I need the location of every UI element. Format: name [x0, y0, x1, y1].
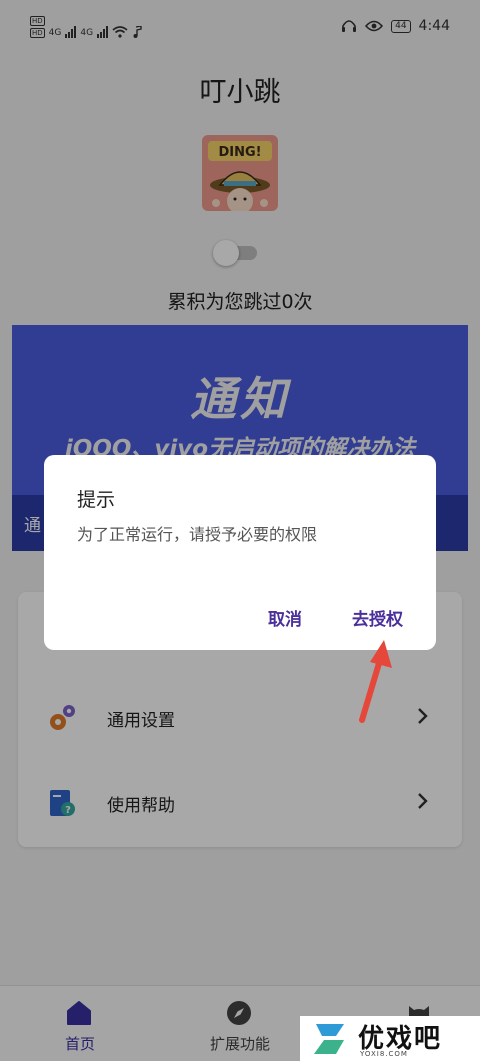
dialog-title: 提示 — [77, 489, 116, 511]
grant-permission-button[interactable]: 去授权 — [352, 605, 403, 630]
cancel-button[interactable]: 取消 — [268, 605, 302, 630]
watermark: 优戏吧 YOXI8.COM — [300, 1016, 480, 1061]
permission-dialog: 提示 为了正常运行，请授予必要的权限 取消 去授权 — [44, 455, 436, 650]
watermark-logo-icon — [314, 1024, 344, 1054]
watermark-url: YOXI8.COM — [360, 1050, 408, 1058]
annotation-arrow — [359, 640, 392, 723]
dialog-message: 为了正常运行，请授予必要的权限 — [77, 525, 318, 544]
